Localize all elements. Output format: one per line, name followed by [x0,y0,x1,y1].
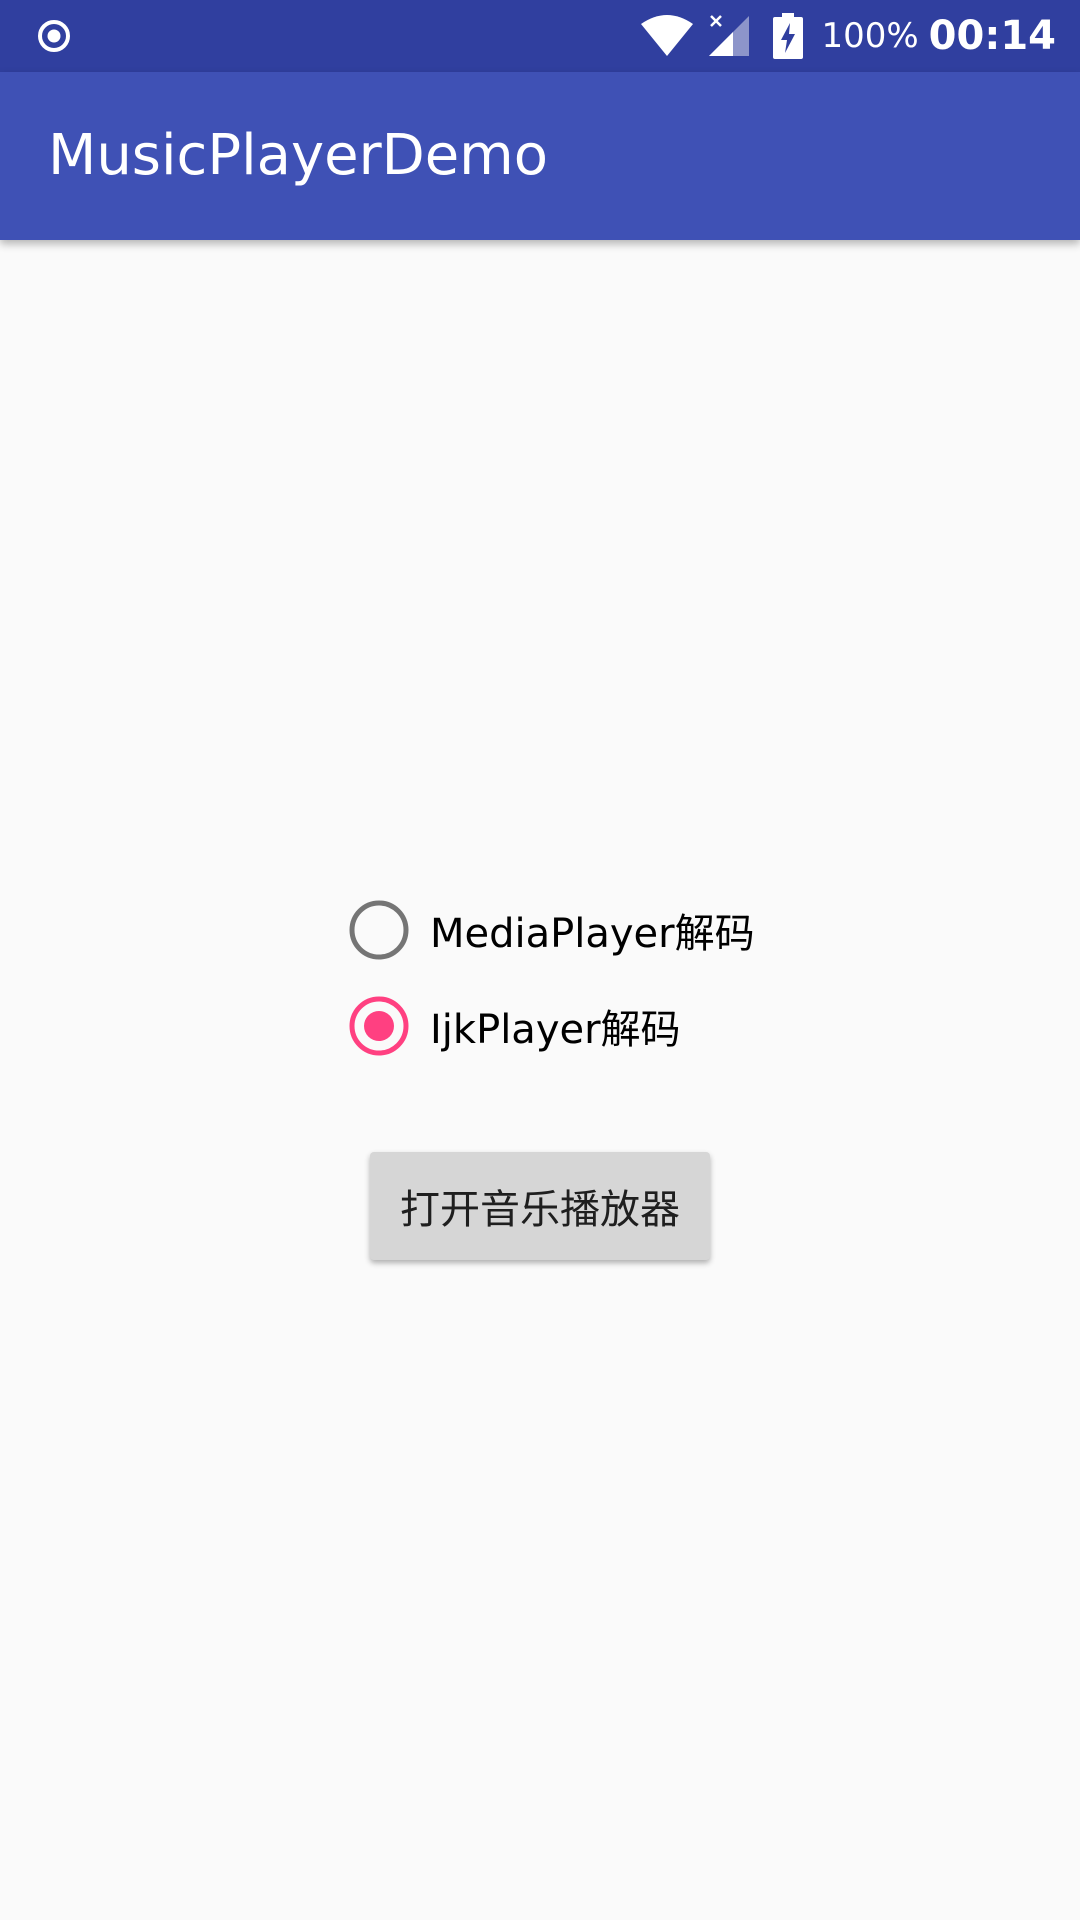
radio-label-mediaplayer[interactable]: MediaPlayer解码 [430,901,755,959]
cell-signal-no-data-icon [709,15,750,56]
radio-label-ijkplayer[interactable]: IjkPlayer解码 [430,997,681,1055]
radio-option-ijkplayer[interactable]: IjkPlayer解码 [348,986,681,1066]
radio-checked-icon[interactable] [348,995,410,1057]
radio-unchecked-icon[interactable] [348,899,410,961]
radio-option-mediaplayer[interactable]: MediaPlayer解码 [348,890,755,970]
radio-indicator-icon [38,20,70,52]
wifi-icon [641,15,694,56]
status-icons: 100% 00:14 [639,0,1056,72]
battery-percent: 100% [821,16,919,56]
status-clock: 00:14 [928,13,1056,59]
battery-charging-icon [773,13,804,59]
app-title: MusicPlayerDemo [48,123,548,188]
open-music-player-button[interactable]: 打开音乐播放器 [370,1152,710,1260]
app-bar: MusicPlayerDemo [0,72,1080,240]
status-bar: 100% 00:14 [0,0,1080,72]
